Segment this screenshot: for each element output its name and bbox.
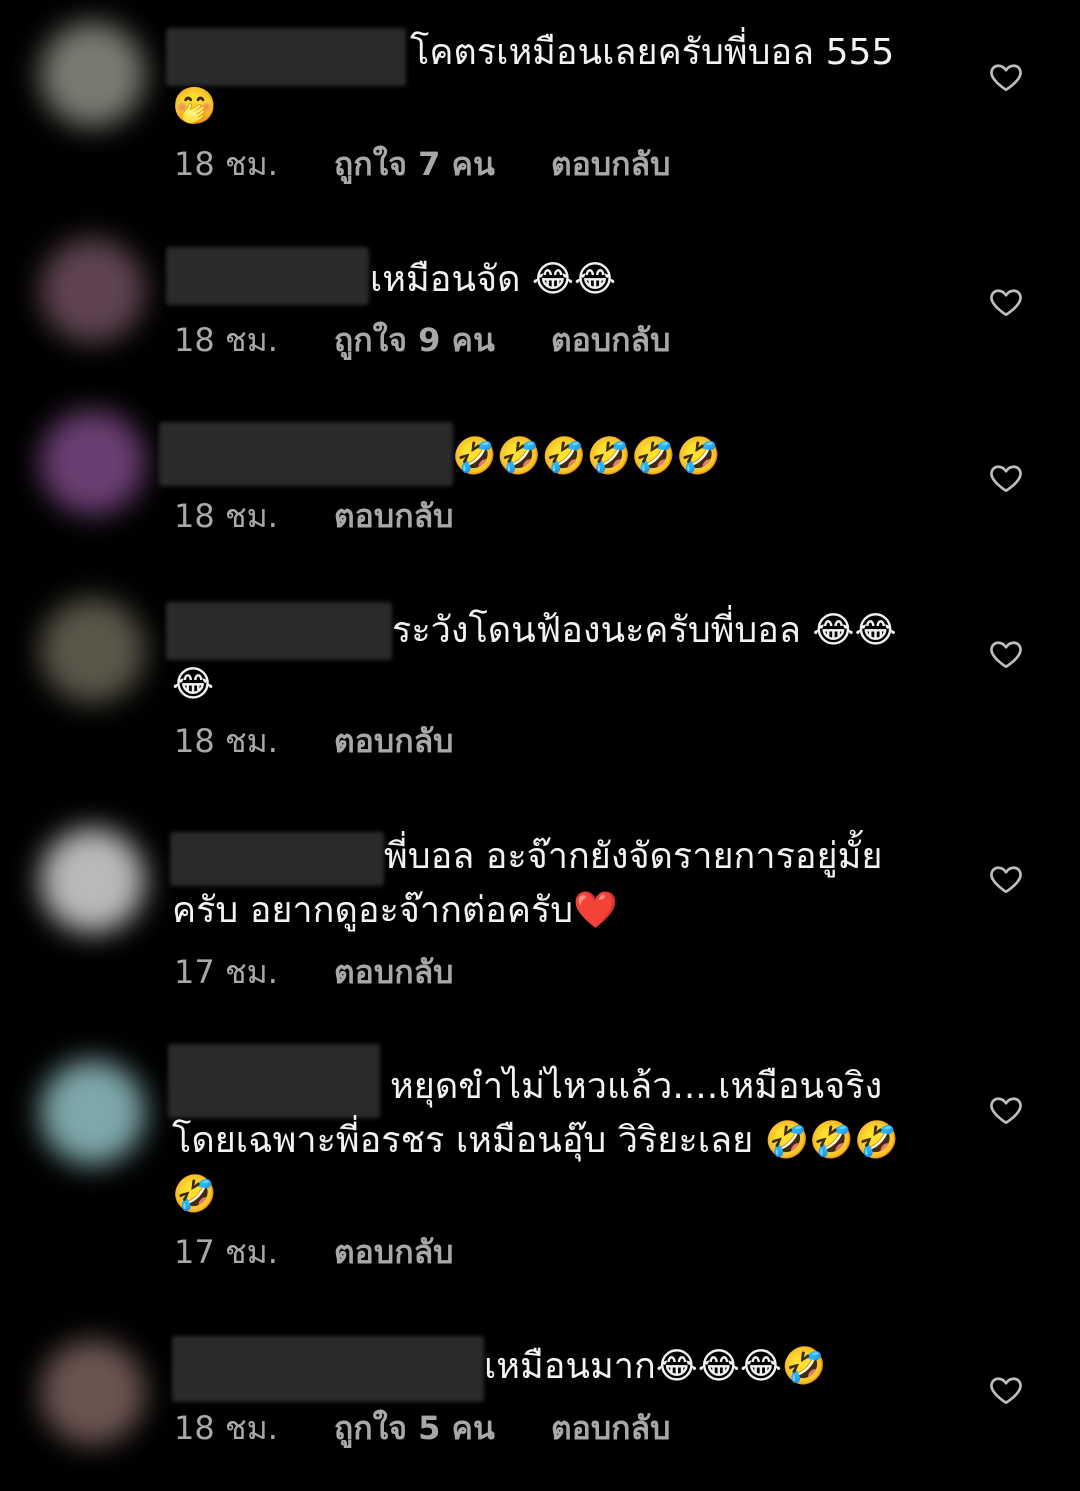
like-heart-icon[interactable]: [988, 1372, 1024, 1408]
username-redacted[interactable]: [172, 1336, 484, 1402]
reply-button[interactable]: ตอบกลับ: [551, 318, 671, 362]
timestamp: 18 ชม.: [174, 145, 278, 183]
likes-count[interactable]: ถูกใจ 9 คน: [334, 318, 495, 362]
avatar[interactable]: [40, 22, 145, 127]
comment-text: ระวังโดนฟ้องนะครับพี่บอล 😂😂 😂: [172, 610, 897, 705]
timestamp: 18 ชม.: [174, 321, 278, 359]
reply-button[interactable]: ตอบกลับ: [334, 950, 454, 994]
comment-text: เหมือนจัด 😂😂: [370, 259, 617, 300]
avatar[interactable]: [40, 410, 145, 515]
like-heart-icon[interactable]: [988, 636, 1024, 672]
avatar[interactable]: [40, 598, 145, 703]
likes-count[interactable]: ถูกใจ 5 คน: [334, 1406, 495, 1450]
avatar[interactable]: [40, 1060, 145, 1165]
timestamp: 18 ชม.: [174, 1409, 278, 1447]
username-redacted[interactable]: [159, 422, 453, 486]
username-redacted[interactable]: [166, 247, 369, 305]
reply-button[interactable]: ตอบกลับ: [334, 494, 454, 538]
like-heart-icon[interactable]: [988, 861, 1024, 897]
comment-text: โคตรเหมือนเลยครับพี่บอล 555 🤭: [172, 32, 895, 127]
timestamp: 18 ชม.: [174, 722, 278, 760]
comment-text: หยุดขำไม่ไหวแล้ว....เหมือนจริง โดยเฉพาะพ…: [172, 1066, 900, 1215]
comment-text: 🤣🤣🤣🤣🤣🤣: [452, 436, 721, 477]
avatar[interactable]: [40, 828, 145, 933]
like-heart-icon[interactable]: [988, 284, 1024, 320]
comment-meta: 17 ชม. ตอบกลับ: [174, 950, 453, 994]
avatar[interactable]: [40, 1340, 145, 1445]
like-heart-icon[interactable]: [988, 59, 1024, 95]
comment-meta: 18 ชม. ถูกใจ 5 คน ตอบกลับ: [174, 1406, 670, 1450]
like-heart-icon[interactable]: [988, 1092, 1024, 1128]
comment-meta: 18 ชม. ตอบกลับ: [174, 494, 453, 538]
comment-meta: 18 ชม. ถูกใจ 7 คน ตอบกลับ: [174, 142, 670, 186]
likes-count[interactable]: ถูกใจ 7 คน: [334, 142, 495, 186]
comment-meta: 17 ชม. ตอบกลับ: [174, 1230, 453, 1274]
like-heart-icon[interactable]: [988, 460, 1024, 496]
timestamp: 17 ชม.: [174, 1233, 278, 1271]
timestamp: 17 ชม.: [174, 953, 278, 991]
reply-button[interactable]: ตอบกลับ: [551, 1406, 671, 1450]
comment-meta: 18 ชม. ถูกใจ 9 คน ตอบกลับ: [174, 318, 670, 362]
reply-button[interactable]: ตอบกลับ: [551, 142, 671, 186]
reply-button[interactable]: ตอบกลับ: [334, 1230, 454, 1274]
reply-button[interactable]: ตอบกลับ: [334, 719, 454, 763]
comment-text: เหมือนมาก😂😂😂🤣: [484, 1346, 827, 1387]
avatar[interactable]: [40, 238, 145, 343]
comment-meta: 18 ชม. ตอบกลับ: [174, 719, 453, 763]
comment-text: พี่บอล อะจ๊ากยังจัดรายการอยู่มั้ย ครับ อ…: [172, 836, 883, 931]
timestamp: 18 ชม.: [174, 497, 278, 535]
